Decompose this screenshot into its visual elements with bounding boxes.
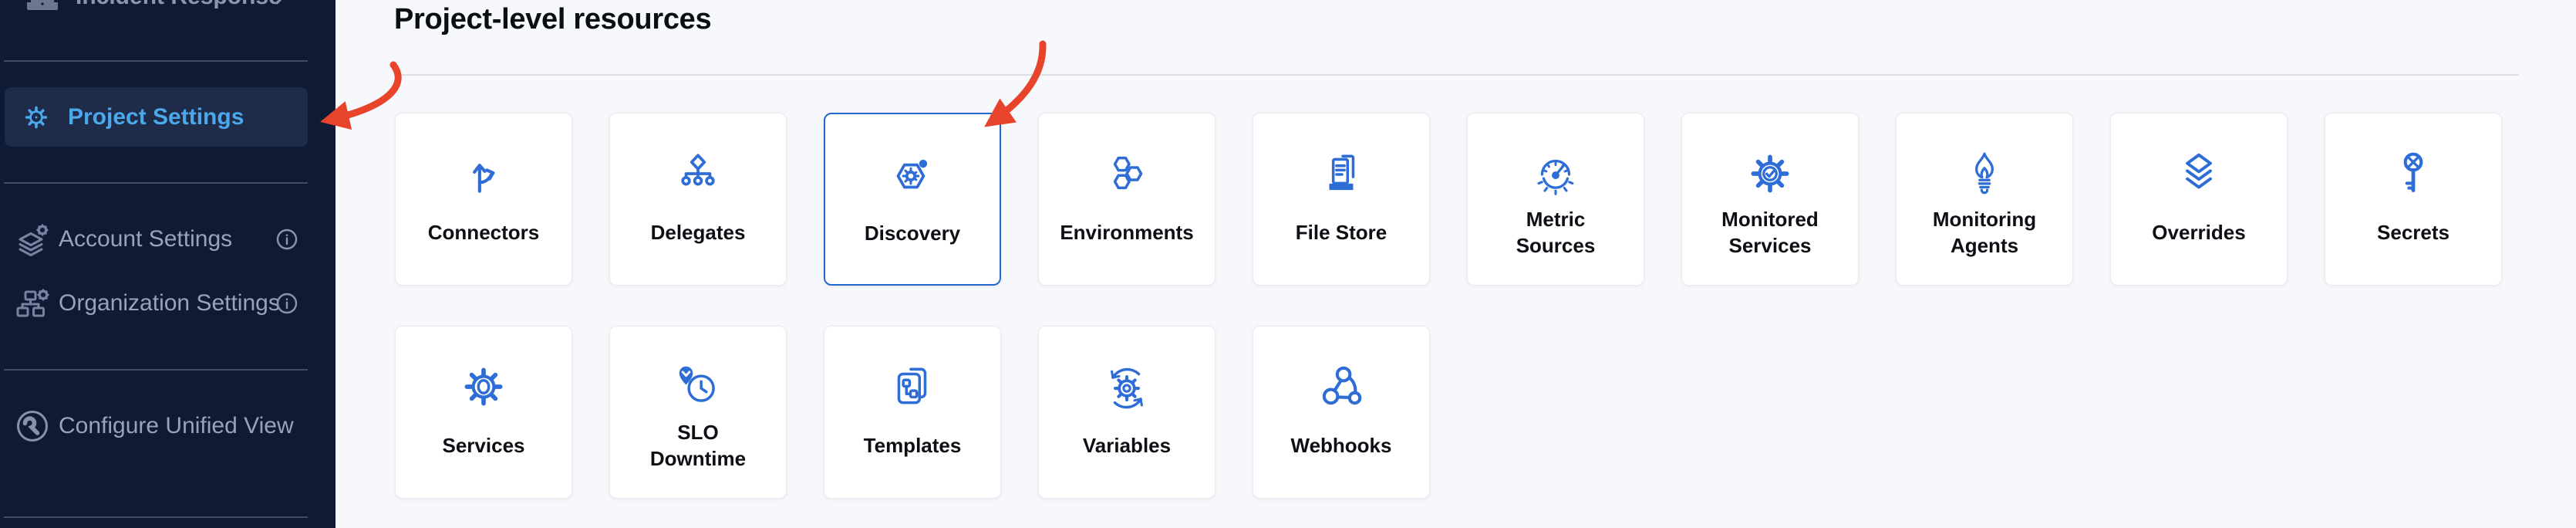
sidebar-item-label: Account Settings (59, 226, 232, 252)
services-icon (396, 356, 572, 418)
card-label: Discovery (825, 205, 1000, 262)
card-label: Webhooks (1253, 418, 1429, 475)
account-layers-gear-icon (15, 222, 49, 256)
wrench-circle-icon (15, 409, 49, 443)
webhooks-icon (1253, 356, 1429, 418)
resource-card-metric-sources[interactable]: Metric Sources (1467, 113, 1644, 286)
info-icon[interactable] (276, 228, 298, 250)
delegates-icon (610, 143, 786, 205)
card-label: Connectors (396, 205, 572, 262)
sidebar-item-account-settings[interactable]: Account Settings (0, 215, 335, 264)
templates-icon (824, 356, 1000, 418)
resource-card-templates[interactable]: Templates (824, 326, 1001, 499)
sidebar-item-label: Configure Unified View (59, 413, 294, 439)
card-label: Environments (1039, 205, 1215, 262)
divider (4, 182, 308, 184)
card-label: Monitoring Agents (1897, 205, 2072, 262)
resource-card-environments[interactable]: Environments (1038, 113, 1216, 286)
resource-card-secrets[interactable]: Secrets (2325, 113, 2502, 286)
chevron-right-icon (270, 0, 290, 7)
resource-card-webhooks[interactable]: Webhooks (1253, 326, 1430, 499)
resource-card-connectors[interactable]: Connectors (395, 113, 572, 286)
info-icon[interactable] (276, 293, 298, 314)
sidebar-item-project-settings[interactable]: Project Settings (5, 87, 308, 147)
sidebar: Incident Response Project Settings (0, 0, 335, 528)
card-label: Metric Sources (1468, 205, 1644, 262)
divider (4, 60, 308, 62)
organization-chart-gear-icon (15, 286, 49, 320)
divider (4, 516, 308, 518)
variables-icon (1039, 356, 1215, 418)
resource-card-variables[interactable]: Variables (1038, 326, 1216, 499)
resource-card-delegates[interactable]: Delegates (609, 113, 787, 286)
resource-card-monitored-services[interactable]: Monitored Services (1681, 113, 1859, 286)
sidebar-item-organization-settings[interactable]: Organization Settings (0, 279, 335, 328)
monitored-services-icon (1682, 143, 1858, 205)
card-label: Delegates (610, 205, 786, 262)
card-label: Templates (824, 418, 1000, 475)
resource-card-slo-downtime[interactable]: SLO Downtime (609, 326, 787, 499)
main-content: Project-level resources Connectors (335, 0, 2576, 528)
resource-card-services[interactable]: Services (395, 326, 572, 499)
gear-icon (22, 103, 51, 132)
overrides-icon (2111, 143, 2287, 205)
card-label: Secrets (2325, 205, 2501, 262)
metric-sources-icon (1468, 143, 1644, 205)
sidebar-item-label: Project Settings (68, 104, 244, 130)
resource-card-overrides[interactable]: Overrides (2110, 113, 2288, 286)
resource-card-discovery[interactable]: Discovery (824, 113, 1001, 286)
connectors-icon (396, 143, 572, 205)
incident-response-icon (20, 0, 65, 12)
card-label: Services (396, 418, 572, 475)
resource-card-file-store[interactable]: File Store (1253, 113, 1430, 286)
resources-grid: Connectors Delegates (395, 113, 2502, 499)
card-label: Overrides (2111, 205, 2287, 262)
resource-card-monitoring-agents[interactable]: Monitoring Agents (1896, 113, 2073, 286)
sidebar-item-label: Incident Response (76, 0, 282, 11)
page-title: Project-level resources (394, 3, 711, 36)
sidebar-item-label: Organization Settings (59, 290, 280, 316)
slo-downtime-icon (610, 356, 786, 418)
divider (395, 74, 2519, 76)
secrets-icon (2325, 143, 2501, 205)
card-label: Variables (1039, 418, 1215, 475)
card-label: File Store (1253, 205, 1429, 262)
environments-icon (1039, 143, 1215, 205)
sidebar-item-configure-unified-view[interactable]: Configure Unified View (0, 401, 335, 451)
card-label: SLO Downtime (610, 418, 786, 475)
card-label: Monitored Services (1682, 205, 1858, 262)
divider (4, 369, 308, 371)
monitoring-agents-icon (1897, 143, 2072, 205)
file-store-icon (1253, 143, 1429, 205)
discovery-icon (825, 144, 1000, 205)
